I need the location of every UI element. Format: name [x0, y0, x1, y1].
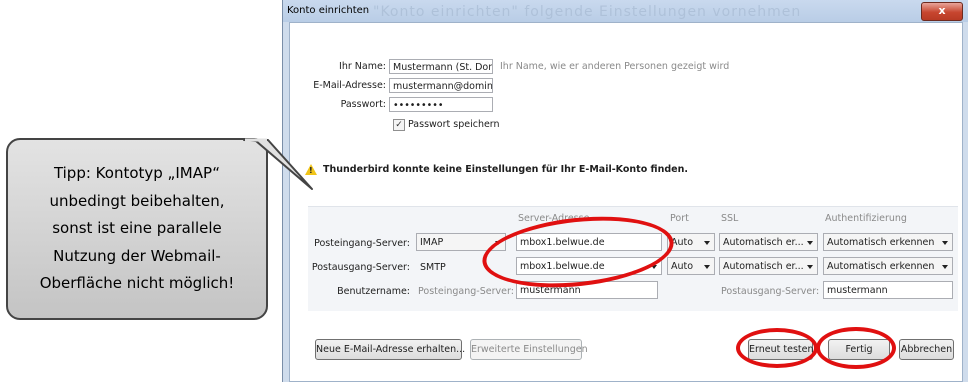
callout-pointer — [243, 138, 313, 190]
